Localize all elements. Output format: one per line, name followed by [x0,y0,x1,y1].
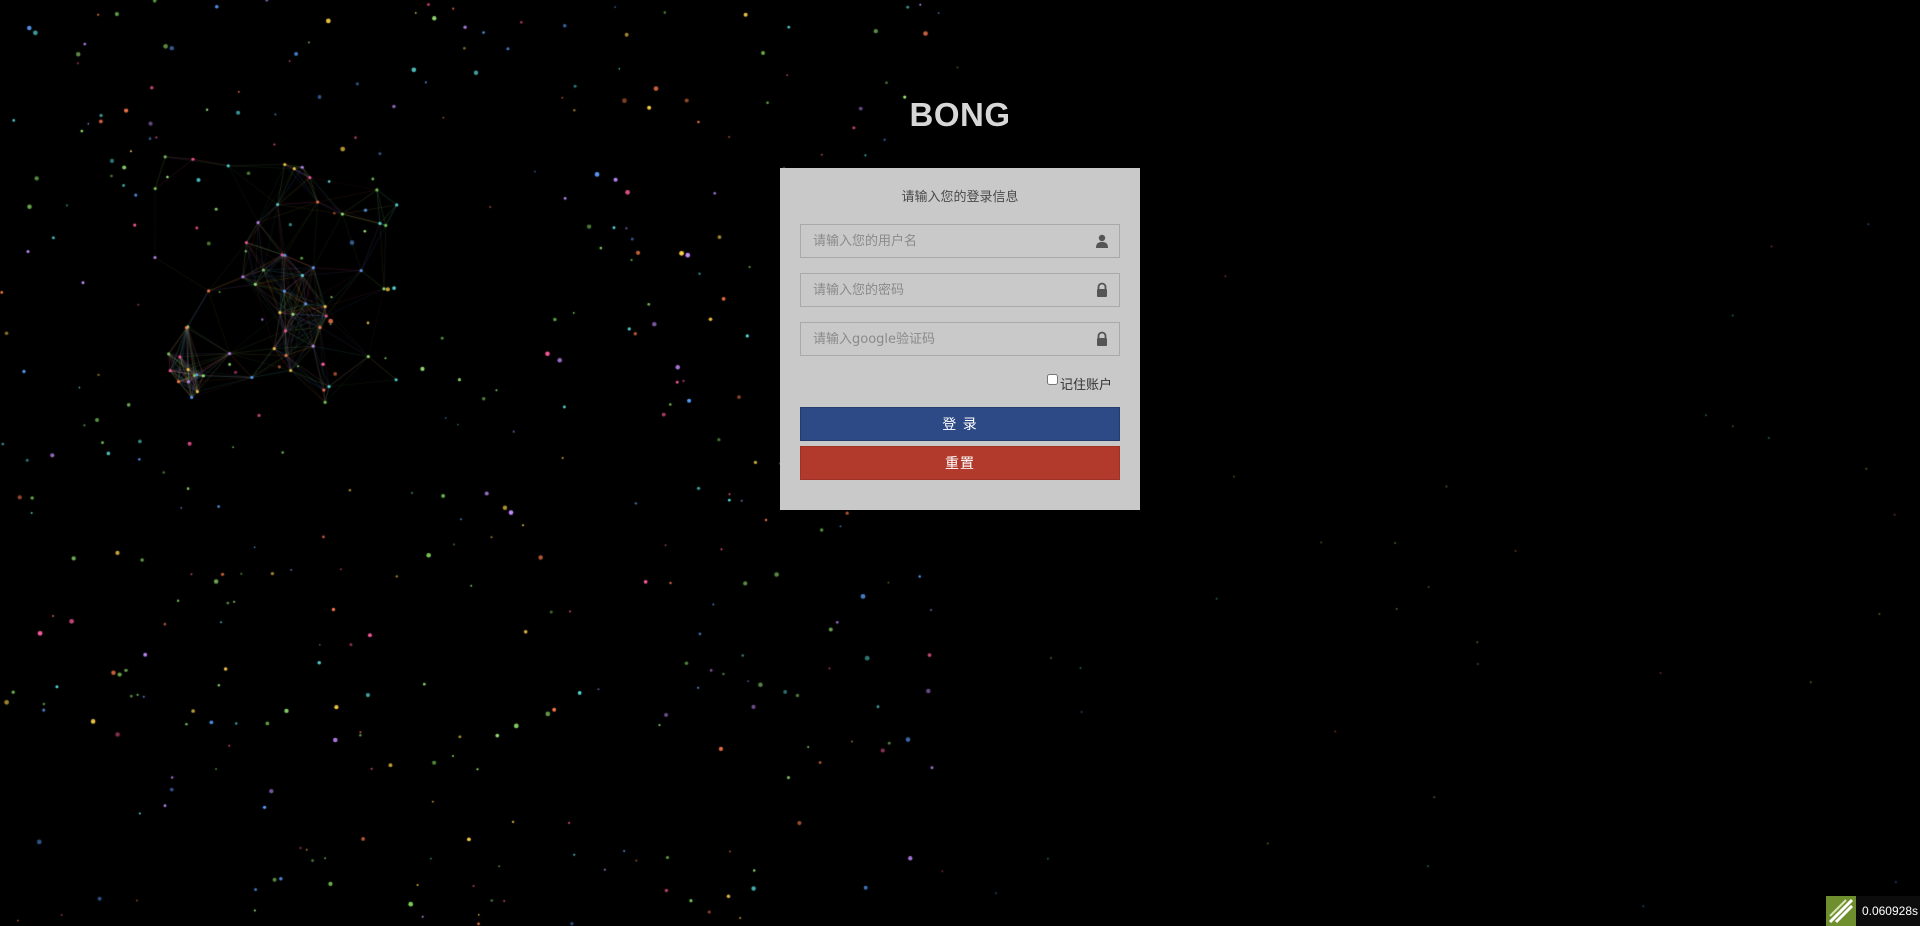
login-panel: 请输入您的登录信息 记住账户 登 录 重置 [780,168,1140,510]
google-code-input[interactable] [801,323,1119,355]
remember-checkbox[interactable] [1046,374,1058,385]
login-heading: 请输入您的登录信息 [901,190,1019,205]
login-button[interactable]: 登 录 [800,407,1120,441]
debug-timer[interactable]: 0.060928s [1825,896,1920,926]
username-input[interactable] [801,225,1119,257]
username-field-wrapper [800,224,1120,258]
remember-account: 记住账户 [800,374,1120,393]
password-input[interactable] [801,274,1119,306]
debug-bar-logo-icon [1825,896,1856,926]
brand-title: BONG [909,96,1011,133]
user-icon [1096,234,1108,248]
debug-timer-value: 0.060928s [1861,904,1918,918]
lock-icon [1097,331,1107,346]
password-field-wrapper [800,273,1120,307]
google-code-field-wrapper [800,322,1120,356]
reset-button[interactable]: 重置 [800,446,1120,480]
lock-icon [1097,282,1107,297]
remember-label[interactable]: 记住账户 [1060,378,1112,393]
